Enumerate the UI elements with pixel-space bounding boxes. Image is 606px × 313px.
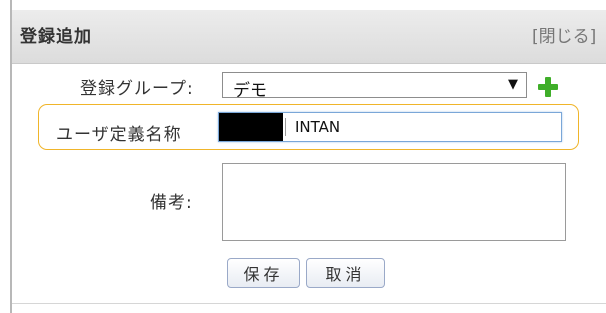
group-select[interactable]: デモ ▼	[222, 72, 527, 101]
dialog-bottom-divider	[12, 303, 606, 304]
group-label: 登録グループ:	[80, 79, 194, 99]
user-defined-name-label: ユーザ定義名称	[56, 125, 182, 145]
cancel-button[interactable]: 取消	[306, 258, 385, 288]
dialog-title: 登録追加	[20, 27, 92, 47]
user-defined-name-input[interactable]	[287, 113, 567, 141]
save-button[interactable]: 保存	[227, 258, 300, 288]
remarks-label: 備考:	[150, 193, 193, 213]
plus-icon	[538, 77, 558, 97]
dialog-header	[12, 10, 606, 64]
close-link[interactable]: [閉じる]	[532, 22, 596, 47]
remarks-input[interactable]	[222, 163, 566, 241]
group-select-value: デモ	[233, 81, 267, 101]
chevron-down-icon: ▼	[508, 77, 518, 92]
input-separator	[285, 118, 286, 136]
add-group-button[interactable]	[537, 76, 559, 98]
user-defined-name-field	[218, 112, 567, 142]
redaction-bar	[219, 113, 283, 141]
